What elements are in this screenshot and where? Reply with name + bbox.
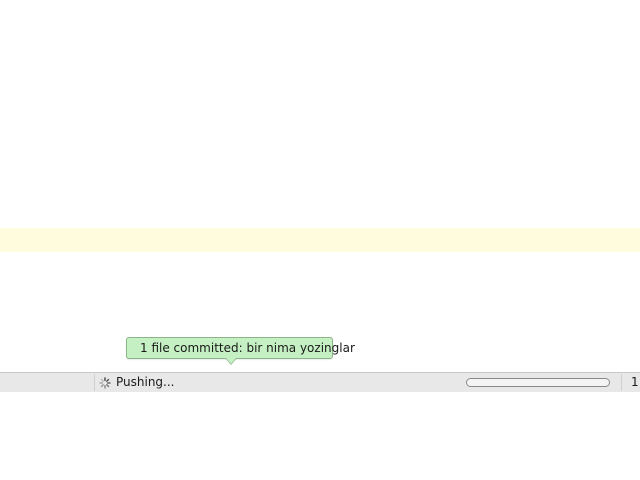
line-column-indicator[interactable]: 1: xyxy=(631,375,640,390)
commit-notification-text: 1 file committed: bir nima yozinglar xyxy=(140,341,355,355)
commit-notification-balloon[interactable]: 1 file committed: bir nima yozinglar xyxy=(126,337,355,365)
status-text: Pushing... xyxy=(116,375,175,389)
status-bar: Pushing... 1: xyxy=(0,372,640,392)
progress-bar xyxy=(466,378,610,387)
status-bar-divider xyxy=(94,374,95,391)
caret-line-highlight xyxy=(0,228,640,252)
status-bar-left-section[interactable] xyxy=(0,373,94,392)
editor-area[interactable] xyxy=(0,0,640,372)
status-bar-divider xyxy=(621,374,622,391)
empty-area xyxy=(0,392,640,480)
loading-spinner-icon xyxy=(99,377,111,389)
